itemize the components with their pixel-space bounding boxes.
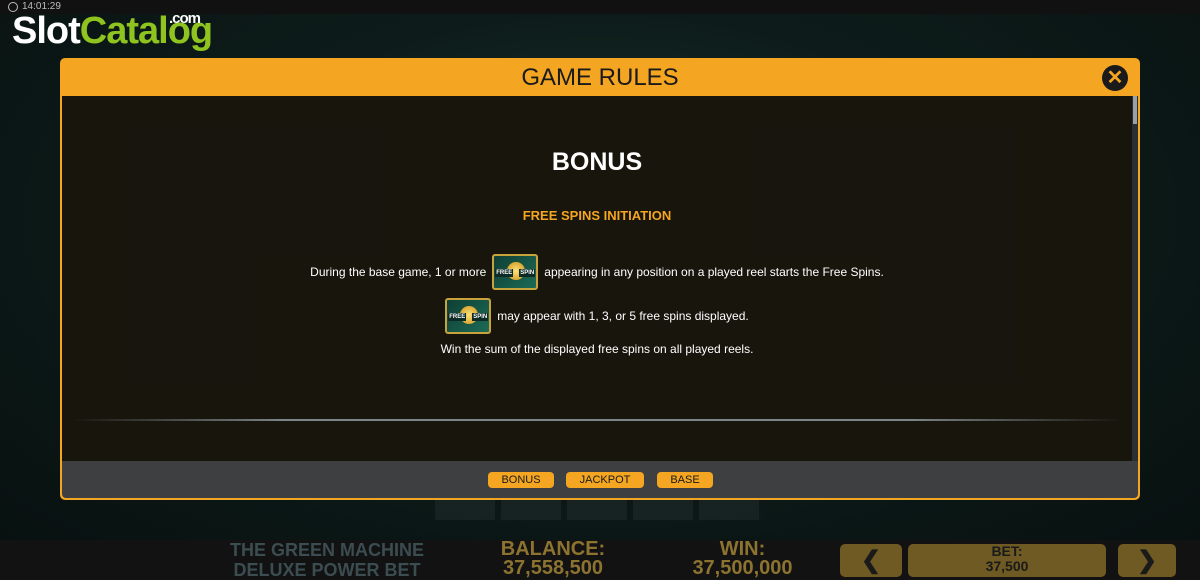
bet-decrease-button[interactable]: ❮ <box>840 544 902 577</box>
symbol-free-text: FREE <box>448 313 467 321</box>
divider <box>72 419 1122 421</box>
logo-slot-text: Slot <box>12 10 81 52</box>
balance-display: BALANCE: 37,558,500 <box>478 539 628 579</box>
rule-line-1-post: appearing in any position on a played re… <box>544 265 884 279</box>
tab-bonus[interactable]: BONUS <box>488 472 554 488</box>
rule-line-3: Win the sum of the displayed free spins … <box>440 342 754 356</box>
win-value: 37,500,000 <box>692 557 793 579</box>
win-display: WIN: 37,500,000 <box>665 539 820 579</box>
game-name-line-2: DELUXE POWER BET <box>233 560 421 580</box>
bottom-bar: THE GREEN MACHINE DELUXE POWER BET BALAN… <box>0 539 1200 580</box>
bet-label: BET: <box>991 543 1023 559</box>
symbol-free-text: FREE <box>495 269 514 277</box>
subsection-heading: FREE SPINS INITIATION <box>522 208 672 223</box>
logo-com-text: .com <box>169 10 201 27</box>
modal-title: GAME RULES <box>521 64 679 91</box>
balance-value: 37,558,500 <box>502 557 604 579</box>
bet-display: BET: 37,500 <box>908 544 1106 577</box>
section-heading: BONUS <box>551 148 643 176</box>
game-name: THE GREEN MACHINE DELUXE POWER BET <box>212 540 442 580</box>
tab-jackpot[interactable]: JACKPOT <box>566 472 644 488</box>
rule-line-1: During the base game, 1 or more FREE SPIN… <box>62 254 1132 290</box>
slotcatalog-logo: SlotCatalog .com <box>12 10 213 56</box>
symbol-spin-text: SPIN <box>472 313 489 321</box>
close-button[interactable]: ✕ <box>1102 65 1128 91</box>
free-spin-symbol-icon: FREE SPIN <box>445 298 492 334</box>
game-name-line-1: THE GREEN MACHINE <box>229 540 424 560</box>
rule-line-1-pre: During the base game, 1 or more <box>310 265 487 279</box>
tab-base[interactable]: BASE <box>657 472 713 488</box>
bet-increase-button[interactable]: ❯ <box>1118 544 1176 577</box>
game-rules-modal: GAME RULES ✕ BONUS FREE SPINS INITIATION… <box>60 58 1140 500</box>
rule-line-2-post: may appear with 1, 3, or 5 free spins di… <box>497 309 749 323</box>
bet-value: 37,500 <box>985 558 1029 574</box>
scrollbar-track[interactable] <box>1132 96 1138 461</box>
modal-footer: BONUS JACKPOT BASE <box>62 461 1138 498</box>
symbol-spin-text: SPIN <box>519 269 536 277</box>
scrollbar-thumb[interactable] <box>1133 96 1137 124</box>
modal-body: BONUS FREE SPINS INITIATION During the b… <box>62 96 1138 461</box>
free-spin-symbol-icon: FREE SPIN <box>492 254 539 290</box>
rule-line-2: FREE SPIN may appear with 1, 3, or 5 free… <box>62 298 1132 337</box>
